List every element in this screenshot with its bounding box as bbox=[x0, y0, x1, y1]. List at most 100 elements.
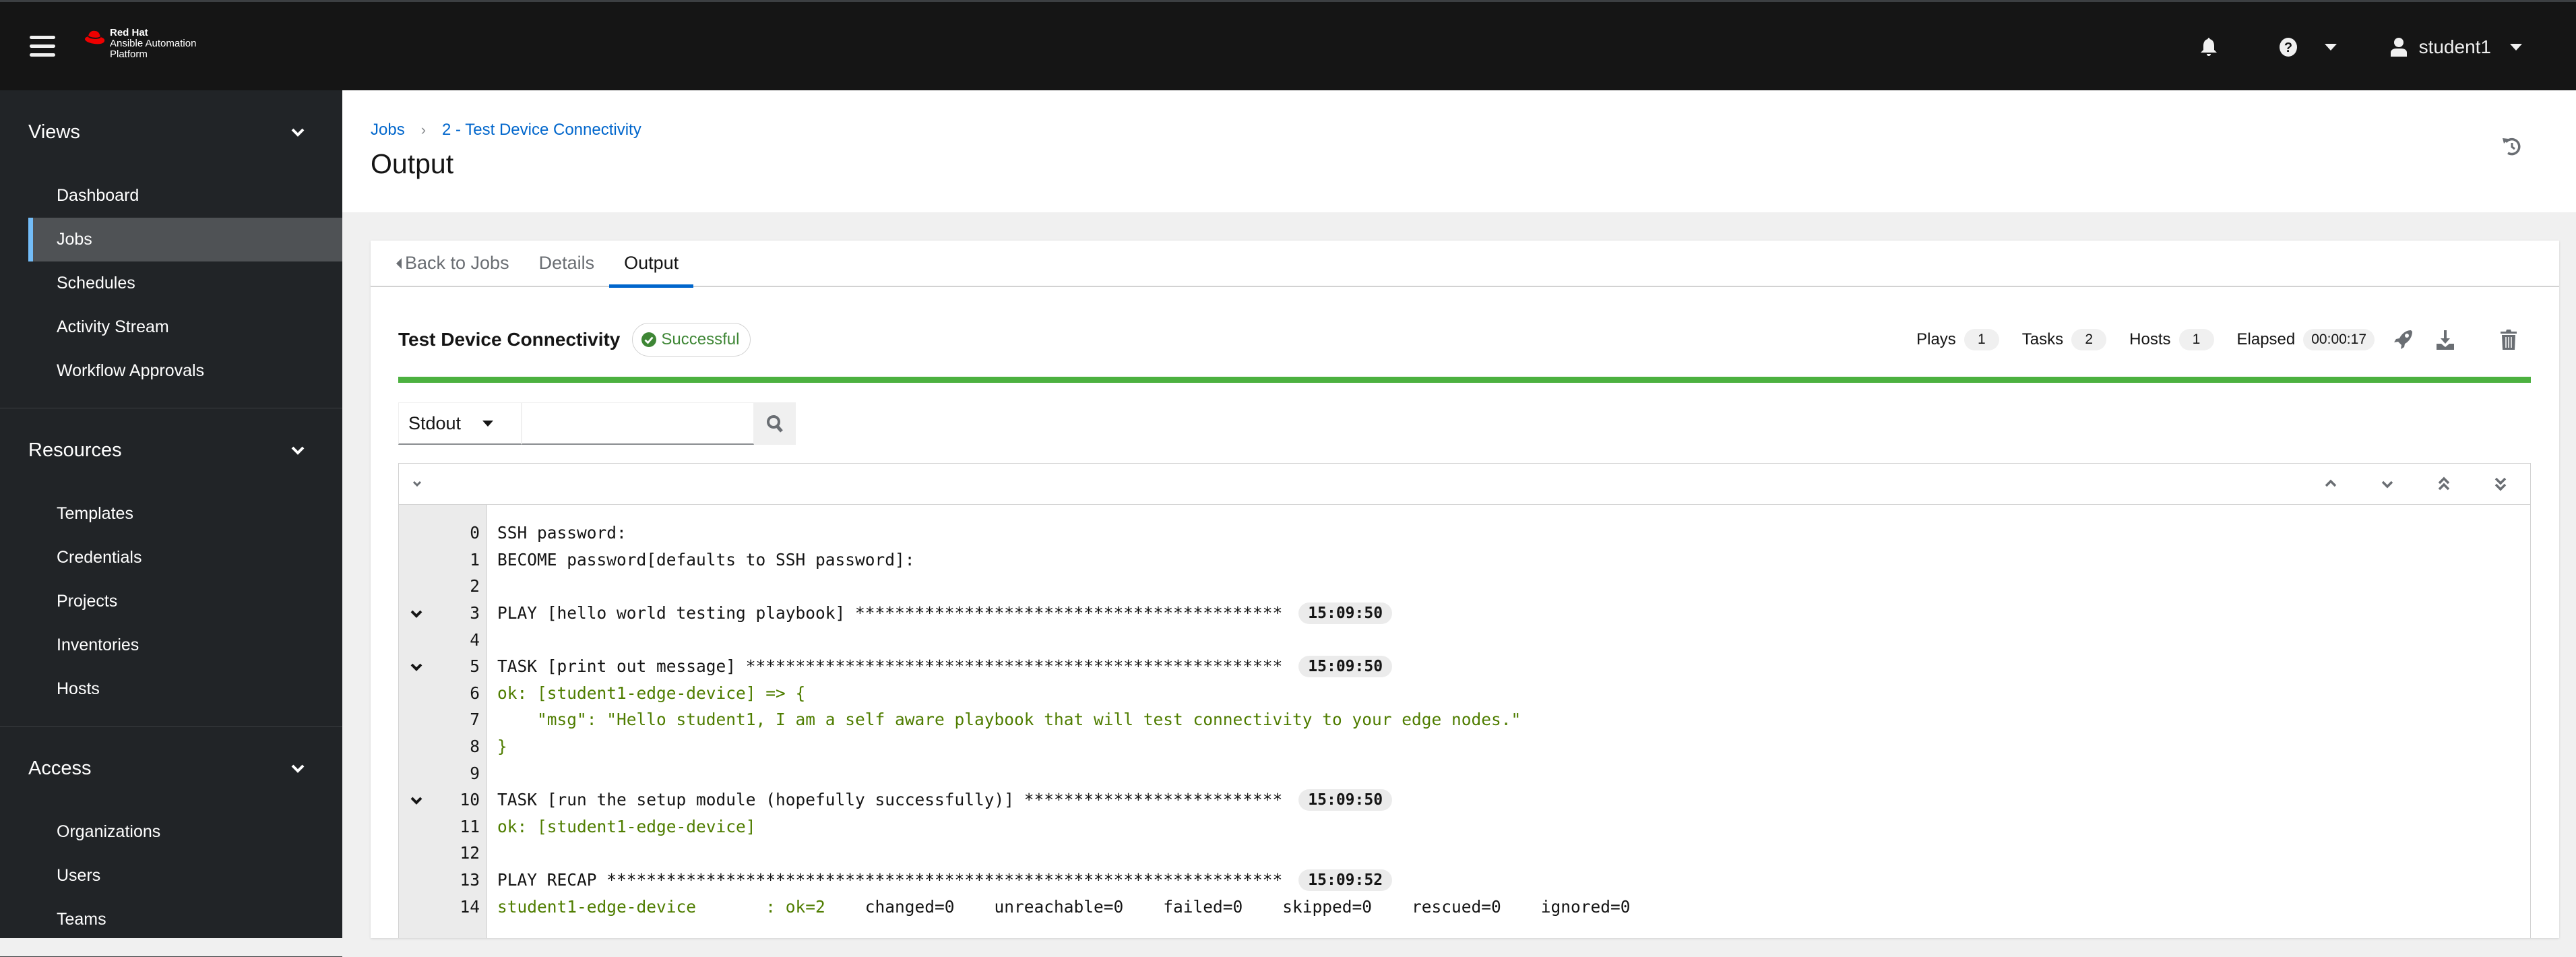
breadcrumb-job-link[interactable]: 2 - Test Device Connectivity bbox=[442, 121, 641, 140]
hamburger-menu-icon[interactable] bbox=[30, 36, 55, 59]
sidebar-item-workflow-approvals[interactable]: Workflow Approvals bbox=[0, 349, 342, 393]
log-line: 9 bbox=[399, 760, 2530, 786]
page-header: Jobs › 2 - Test Device Connectivity Outp… bbox=[342, 90, 2576, 212]
log-line-text: student1-edge-device : ok=2 changed=0 un… bbox=[497, 897, 1631, 917]
tasks-label: Tasks bbox=[2021, 330, 2064, 348]
sidebar-item-credentials[interactable]: Credentials bbox=[0, 536, 342, 580]
red-hat-logo-icon bbox=[85, 30, 105, 44]
status-badge: Successful bbox=[632, 323, 751, 357]
search-icon bbox=[767, 414, 783, 433]
brand-logo[interactable]: Red Hat Ansible Automation Platform bbox=[84, 28, 196, 60]
log-line: 11 ok: [student1-edge-device] bbox=[399, 813, 2530, 840]
sidebar-item-jobs[interactable]: Jobs bbox=[28, 218, 342, 261]
log-line-text: "msg": "Hello student1, I am a self awar… bbox=[497, 710, 1521, 730]
nav-group-title: Views bbox=[28, 121, 80, 143]
line-number: 1 bbox=[470, 549, 480, 569]
caret-down-icon bbox=[482, 420, 494, 427]
timestamp-badge: 15:09:50 bbox=[1298, 655, 1393, 677]
log-line: 2 bbox=[399, 573, 2530, 600]
log-line: 3 PLAY [hello world testing playbook] ***… bbox=[399, 600, 2530, 627]
sidebar-item-templates[interactable]: Templates bbox=[0, 492, 342, 536]
nav-group-title: Resources bbox=[28, 439, 122, 461]
page-title: Output bbox=[371, 148, 454, 179]
sidebar-item-dashboard[interactable]: Dashboard bbox=[0, 174, 342, 218]
log-line: 8} bbox=[399, 733, 2530, 760]
line-number: 12 bbox=[460, 843, 480, 863]
log-line: 6 ok: [student1-edge-device] => { bbox=[399, 680, 2530, 707]
scroll-previous-icon[interactable] bbox=[2321, 474, 2340, 494]
search-input[interactable] bbox=[522, 402, 754, 445]
recap-stats: changed=0 unreachable=0 failed=0 skipped… bbox=[825, 896, 1631, 917]
log-line: 10 TASK [run the setup module (hopefully … bbox=[399, 786, 2530, 813]
expand-collapse-all-icon[interactable] bbox=[407, 474, 427, 494]
sidebar-item-organizations[interactable]: Organizations bbox=[0, 810, 342, 854]
scroll-first-icon[interactable] bbox=[2434, 474, 2453, 494]
log-lines: 0 SSH password: 1 BECOME password[defaults … bbox=[399, 520, 2530, 920]
line-number: 13 bbox=[460, 870, 480, 890]
elapsed-label: Elapsed bbox=[2236, 330, 2296, 348]
recap-ok: ok=2 bbox=[785, 896, 825, 917]
rocket-icon[interactable] bbox=[2393, 329, 2414, 350]
nav-group-toggle-access[interactable]: Access bbox=[0, 727, 342, 810]
download-icon[interactable] bbox=[2435, 329, 2455, 350]
history-icon[interactable] bbox=[2502, 136, 2522, 156]
question-circle-icon: ? bbox=[2279, 38, 2297, 57]
job-output-card: Back to Jobs Details Output Test Device … bbox=[371, 241, 2559, 938]
job-stats: Plays 1 Tasks 2 Hosts 1 Elapsed 00:00:17 bbox=[1916, 329, 2532, 350]
masthead: Red Hat Ansible Automation Platform ? st… bbox=[0, 0, 2576, 90]
sidebar-item-inventories[interactable]: Inventories bbox=[0, 623, 342, 667]
tab-back-to-jobs[interactable]: Back to Jobs bbox=[371, 240, 524, 286]
log-line: 4 bbox=[399, 626, 2530, 653]
nav-group-toggle-resources[interactable]: Resources bbox=[0, 408, 342, 492]
username: student1 bbox=[2418, 36, 2491, 57]
chevron-down-icon[interactable] bbox=[408, 792, 425, 808]
line-number: 9 bbox=[470, 763, 480, 783]
status-text: Successful bbox=[661, 330, 740, 348]
sidebar-nav: Views Dashboard Jobs Schedules Activity … bbox=[0, 90, 342, 957]
help-caret-icon bbox=[2324, 44, 2337, 51]
notifications-button[interactable] bbox=[2200, 38, 2217, 57]
breadcrumb: Jobs › 2 - Test Device Connectivity bbox=[371, 121, 641, 140]
line-number: 14 bbox=[460, 896, 480, 917]
job-name: Test Device Connectivity bbox=[398, 329, 621, 350]
log-line-text: ok: [student1-edge-device] => { bbox=[497, 683, 806, 703]
sidebar-item-schedules[interactable]: Schedules bbox=[0, 261, 342, 305]
tab-label: Back to Jobs bbox=[405, 253, 509, 273]
brand-name: Red Hat bbox=[110, 27, 148, 38]
nav-group-views: Views Dashboard Jobs Schedules Activity … bbox=[0, 90, 342, 408]
recap-host: student1-edge-device : bbox=[497, 896, 786, 917]
timestamp-badge: 15:09:50 bbox=[1298, 789, 1393, 811]
trash-icon[interactable] bbox=[2499, 329, 2519, 350]
plays-count: 1 bbox=[1964, 329, 1999, 350]
log-line-text: PLAY [hello world testing playbook] ****… bbox=[497, 603, 1283, 623]
sidebar-item-activity-stream[interactable]: Activity Stream bbox=[0, 305, 342, 349]
nav-group-access: Access Organizations Users Teams bbox=[0, 727, 342, 957]
help-menu-button[interactable]: ? bbox=[2279, 37, 2337, 57]
chevron-down-icon bbox=[291, 446, 305, 455]
log-line: 7 "msg": "Hello student1, I am a self aw… bbox=[399, 706, 2530, 733]
chevron-down-icon[interactable] bbox=[408, 658, 425, 675]
user-caret-icon bbox=[2510, 44, 2522, 51]
bell-icon bbox=[2200, 38, 2217, 56]
tab-output[interactable]: Output bbox=[609, 240, 694, 288]
sidebar-item-users[interactable]: Users bbox=[0, 854, 342, 898]
log-line-text: } bbox=[497, 737, 507, 757]
timestamp-badge: 15:09:52 bbox=[1298, 869, 1393, 891]
tab-bar: Back to Jobs Details Output bbox=[371, 240, 2559, 288]
sidebar-item-hosts[interactable]: Hosts bbox=[0, 667, 342, 711]
breadcrumb-jobs-link[interactable]: Jobs bbox=[371, 121, 405, 140]
tab-details[interactable]: Details bbox=[524, 240, 610, 286]
chevron-down-icon[interactable] bbox=[408, 605, 425, 621]
search-button[interactable] bbox=[754, 402, 796, 445]
log-line-text: BECOME password[defaults to SSH password… bbox=[497, 549, 915, 569]
user-menu-button[interactable]: student1 bbox=[2390, 36, 2522, 58]
sidebar-item-projects[interactable]: Projects bbox=[0, 580, 342, 623]
nav-group-toggle-views[interactable]: Views bbox=[0, 90, 342, 174]
scroll-last-icon[interactable] bbox=[2491, 474, 2510, 494]
log-line: 14 student1-edge-device : ok=2 changed=0 … bbox=[399, 893, 2530, 920]
scroll-next-icon[interactable] bbox=[2378, 474, 2397, 494]
sidebar-item-teams[interactable]: Teams bbox=[0, 898, 342, 941]
line-number: 11 bbox=[460, 816, 480, 836]
search-type-select[interactable]: Stdout bbox=[398, 402, 522, 445]
job-header: Test Device Connectivity Successful Play… bbox=[398, 320, 2532, 359]
